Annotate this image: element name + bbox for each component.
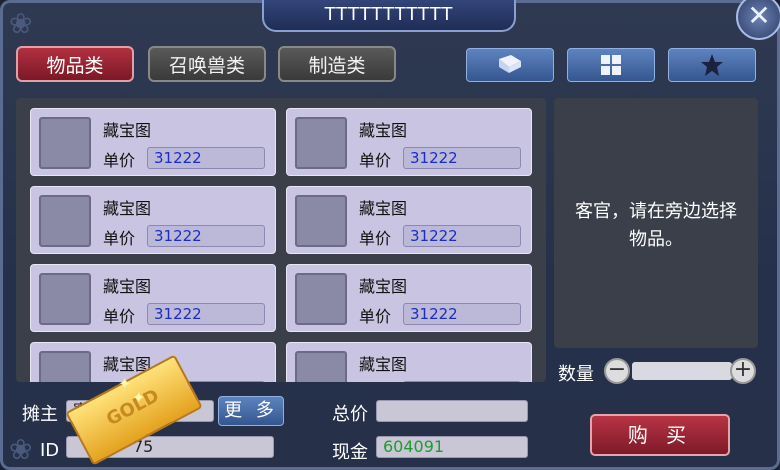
price-label: 单价 (103, 151, 136, 170)
tab-pets[interactable]: 召唤兽类 (148, 46, 266, 82)
grid-button[interactable] (567, 48, 655, 82)
window-title: TTTTTTTTTTT (262, 0, 516, 32)
price-label: 单价 (359, 307, 392, 326)
item-name: 藏宝图 (359, 277, 408, 296)
plus-icon[interactable]: + (730, 358, 756, 384)
item-name: 藏宝图 (359, 121, 408, 140)
item-name: 藏宝图 (359, 199, 408, 218)
total-field (376, 400, 528, 422)
item-name: 藏宝图 (103, 277, 152, 296)
item-card[interactable]: 藏宝图 单价 31222 (286, 108, 532, 176)
item-card[interactable]: 藏宝图 单价 31222 (286, 264, 532, 332)
more-button[interactable]: 更 多 (218, 396, 284, 426)
price-label: 单价 (103, 229, 136, 248)
item-card[interactable]: 藏宝图 单价 31222 (286, 186, 532, 254)
corner-ornament: ❀ (9, 433, 33, 466)
tab-crafting[interactable]: 制造类 (278, 46, 396, 82)
price-value: 31222 (403, 225, 521, 247)
item-card[interactable]: 藏宝图 单价 (286, 342, 532, 382)
treasure-map-icon (295, 273, 347, 325)
item-name: 藏宝图 (103, 121, 152, 140)
tab-items[interactable]: 物品类 (16, 46, 134, 82)
treasure-map-icon (295, 351, 347, 382)
item-card[interactable]: 藏宝图 单价 31222 (30, 264, 276, 332)
sparkle-icon: ✦ (118, 374, 132, 393)
treasure-map-icon (39, 351, 91, 382)
price-value: 31222 (147, 225, 265, 247)
cash-field: 604091 (376, 436, 528, 458)
price-label: 单价 (103, 307, 136, 326)
book-button[interactable] (466, 48, 554, 82)
item-info-panel: 客官，请在旁边选择物品。 (554, 98, 758, 348)
price-value: 31222 (403, 147, 521, 169)
item-grid: 藏宝图 单价 31222 藏宝图 单价 31222 藏宝图 单价 31222 藏… (16, 98, 546, 382)
item-card[interactable]: 藏宝图 单价 31222 (30, 108, 276, 176)
info-hint-text: 客官，请在旁边选择物品。 (575, 201, 737, 250)
id-label: ID (40, 440, 60, 461)
price-label: 单价 (359, 381, 391, 382)
price-value (403, 381, 521, 382)
price-value: 31222 (403, 303, 521, 325)
quantity-input[interactable] (632, 362, 732, 380)
item-name: 藏宝图 (103, 199, 152, 218)
star-icon (701, 54, 723, 76)
sparkle-icon: ✦ (132, 388, 146, 407)
close-icon[interactable]: ✕ (736, 0, 780, 40)
treasure-map-icon (39, 195, 91, 247)
grid-icon (601, 55, 621, 75)
total-label: 总价 (332, 404, 368, 425)
favorite-button[interactable] (668, 48, 756, 82)
treasure-map-icon (39, 117, 91, 169)
cash-label: 现金 (332, 442, 368, 463)
treasure-map-icon (39, 273, 91, 325)
price-label: 单价 (359, 229, 392, 248)
corner-ornament: ❀ (9, 7, 33, 40)
item-card[interactable]: 藏宝图 单价 31222 (30, 186, 276, 254)
minus-icon[interactable]: − (604, 358, 630, 384)
seller-label: 摊主 (22, 404, 58, 425)
buy-button[interactable]: 购 买 (590, 414, 730, 456)
book-icon (499, 55, 521, 73)
price-value: 31222 (147, 147, 265, 169)
quantity-label: 数量 (558, 364, 594, 385)
price-label: 单价 (359, 151, 392, 170)
price-value: 31222 (147, 303, 265, 325)
treasure-map-icon (295, 195, 347, 247)
treasure-map-icon (295, 117, 347, 169)
item-name: 藏宝图 (359, 355, 408, 374)
